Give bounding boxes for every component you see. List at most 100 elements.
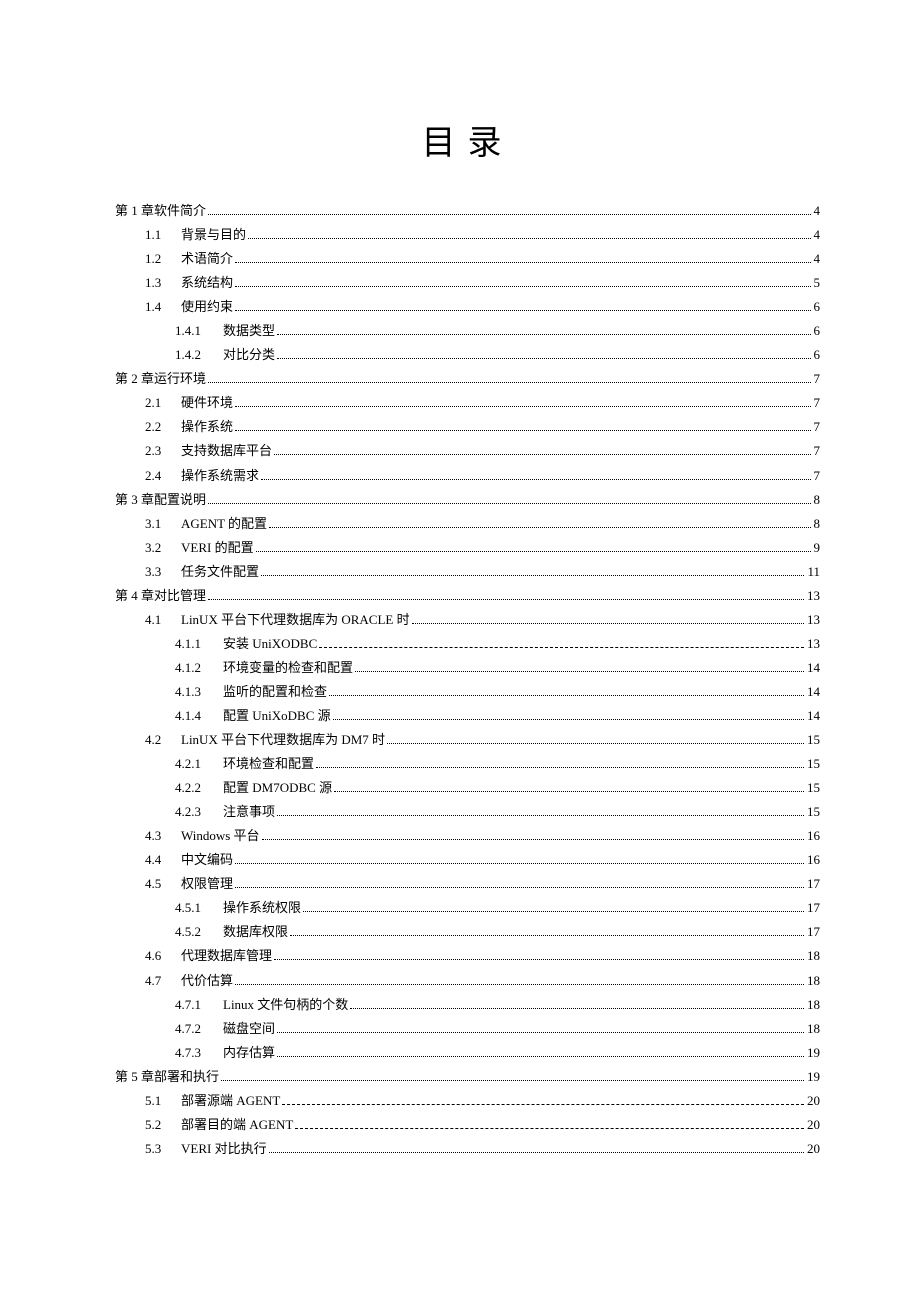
toc-entry[interactable]: 4.7.2磁盘空间18	[175, 1017, 820, 1041]
toc-entry[interactable]: 4.6代理数据库管理18	[145, 944, 820, 968]
toc-entry-number: 4.1.2	[175, 656, 209, 680]
toc-leader	[221, 1071, 804, 1081]
toc-entry[interactable]: 5.2部署目的端 AGENT20	[145, 1113, 820, 1137]
toc-leader	[329, 686, 804, 696]
toc-entry[interactable]: 第 1 章软件简介4	[115, 199, 820, 223]
toc-entry-number: 4.1.3	[175, 680, 209, 704]
toc-entry[interactable]: 4.5.1操作系统权限17	[175, 896, 820, 920]
toc-entry[interactable]: 4.7.1Linux 文件句柄的个数18	[175, 993, 820, 1017]
toc-entry[interactable]: 4.1.2环境变量的检查和配置14	[175, 656, 820, 680]
toc-entry-page: 15	[805, 800, 820, 824]
toc-entry[interactable]: 2.2操作系统7	[145, 415, 820, 439]
toc-entry[interactable]: 4.2.2配置 DM7ODBC 源15	[175, 776, 820, 800]
toc-leader	[261, 566, 804, 576]
toc-entry-page: 13	[805, 584, 820, 608]
toc-entry-number: 4.4	[145, 848, 167, 872]
toc-entry-page: 20	[805, 1113, 820, 1137]
toc-entry-page: 15	[805, 728, 820, 752]
toc-leader	[319, 638, 804, 648]
toc-entry[interactable]: 3.3任务文件配置11	[145, 560, 820, 584]
toc-entry-page: 16	[805, 848, 820, 872]
toc-entry[interactable]: 1.1背景与目的4	[145, 223, 820, 247]
toc-entry-number: 2.2	[145, 415, 167, 439]
toc-entry[interactable]: 4.2.1环境检查和配置15	[175, 752, 820, 776]
toc-entry[interactable]: 第 2 章运行环境7	[115, 367, 820, 391]
toc-entry-page: 18	[805, 969, 820, 993]
toc-entry[interactable]: 2.3支持数据库平台7	[145, 439, 820, 463]
toc-entry-label: 硬件环境	[181, 391, 233, 415]
toc-entry-label: 代理数据库管理	[181, 944, 272, 968]
toc-entry[interactable]: 4.5.2数据库权限17	[175, 920, 820, 944]
toc-entry-label: VERI 的配置	[181, 536, 254, 560]
toc-entry-page: 7	[812, 439, 821, 463]
toc-entry-page: 7	[812, 391, 821, 415]
toc-leader	[235, 277, 810, 287]
toc-leader	[235, 975, 804, 985]
toc-entry[interactable]: 1.4使用约束6	[145, 295, 820, 319]
toc-entry-page: 4	[812, 247, 821, 271]
toc-entry[interactable]: 4.3Windows 平台16	[145, 824, 820, 848]
toc-entry-label: 权限管理	[181, 872, 233, 896]
toc-entry-number: 1.3	[145, 271, 167, 295]
toc-entry-label: 支持数据库平台	[181, 439, 272, 463]
toc-entry-label: 第 5 章部署和执行	[115, 1065, 219, 1089]
toc-entry-page: 20	[805, 1137, 820, 1161]
toc-entry[interactable]: 1.4.1数据类型6	[175, 319, 820, 343]
toc-entry[interactable]: 4.1.3监听的配置和检查14	[175, 680, 820, 704]
toc-leader	[333, 710, 804, 720]
toc-entry-page: 6	[812, 319, 821, 343]
toc-leader	[235, 422, 810, 432]
toc-leader	[277, 325, 810, 335]
toc-entry[interactable]: 4.1LinUX 平台下代理数据库为 ORACLE 时13	[145, 608, 820, 632]
toc-leader	[269, 1143, 804, 1153]
toc-entry[interactable]: 4.1.1安装 UniXODBC13	[175, 632, 820, 656]
toc-entry[interactable]: 第 3 章配置说明8	[115, 488, 820, 512]
toc-entry-label: 环境检查和配置	[223, 752, 314, 776]
toc-leader	[282, 1095, 804, 1105]
toc-leader	[274, 951, 804, 961]
toc-entry-page: 19	[805, 1065, 820, 1089]
toc-entry-label: 数据库权限	[223, 920, 288, 944]
toc-entry-page: 4	[812, 223, 821, 247]
toc-entry[interactable]: 1.3系统结构5	[145, 271, 820, 295]
toc-entry[interactable]: 4.7代价估算18	[145, 969, 820, 993]
toc-entry[interactable]: 1.4.2对比分类6	[175, 343, 820, 367]
toc-entry[interactable]: 4.5权限管理17	[145, 872, 820, 896]
toc-entry-number: 1.4.1	[175, 319, 209, 343]
toc-leader	[387, 734, 804, 744]
toc-entry-number: 4.1	[145, 608, 167, 632]
toc-leader	[208, 374, 810, 384]
toc-container: 第 1 章软件简介41.1背景与目的41.2术语简介41.3系统结构51.4使用…	[115, 199, 820, 1161]
toc-entry-label: 背景与目的	[181, 223, 246, 247]
toc-entry-label: 配置 DM7ODBC 源	[223, 776, 332, 800]
toc-entry[interactable]: 第 4 章对比管理13	[115, 584, 820, 608]
toc-entry-number: 3.1	[145, 512, 167, 536]
toc-entry-label: 配置 UniXoDBC 源	[223, 704, 331, 728]
toc-entry[interactable]: 4.1.4配置 UniXoDBC 源14	[175, 704, 820, 728]
toc-entry[interactable]: 5.3VERI 对比执行20	[145, 1137, 820, 1161]
toc-entry[interactable]: 5.1部署源端 AGENT20	[145, 1089, 820, 1113]
toc-entry[interactable]: 1.2术语简介4	[145, 247, 820, 271]
toc-entry-label: Windows 平台	[181, 824, 260, 848]
toc-entry[interactable]: 4.7.3内存估算19	[175, 1041, 820, 1065]
toc-entry-label: 内存估算	[223, 1041, 275, 1065]
toc-leader	[277, 350, 810, 360]
toc-entry-label: 监听的配置和检查	[223, 680, 327, 704]
toc-entry[interactable]: 4.2.3注意事项15	[175, 800, 820, 824]
toc-entry-number: 1.2	[145, 247, 167, 271]
toc-entry-page: 11	[805, 560, 820, 584]
toc-entry[interactable]: 4.4中文编码16	[145, 848, 820, 872]
toc-entry-label: AGENT 的配置	[181, 512, 267, 536]
toc-entry-page: 4	[812, 199, 821, 223]
toc-entry[interactable]: 3.1AGENT 的配置8	[145, 512, 820, 536]
toc-entry[interactable]: 2.1硬件环境7	[145, 391, 820, 415]
toc-entry[interactable]: 第 5 章部署和执行 19	[115, 1065, 820, 1089]
toc-leader	[350, 999, 804, 1009]
toc-leader	[290, 927, 804, 937]
toc-entry-label: Linux 文件句柄的个数	[223, 993, 348, 1017]
toc-entry[interactable]: 3.2VERI 的配置9	[145, 536, 820, 560]
toc-entry[interactable]: 2.4操作系统需求7	[145, 464, 820, 488]
toc-entry-number: 1.4.2	[175, 343, 209, 367]
toc-leader	[269, 518, 810, 528]
toc-entry[interactable]: 4.2LinUX 平台下代理数据库为 DM7 时15	[145, 728, 820, 752]
